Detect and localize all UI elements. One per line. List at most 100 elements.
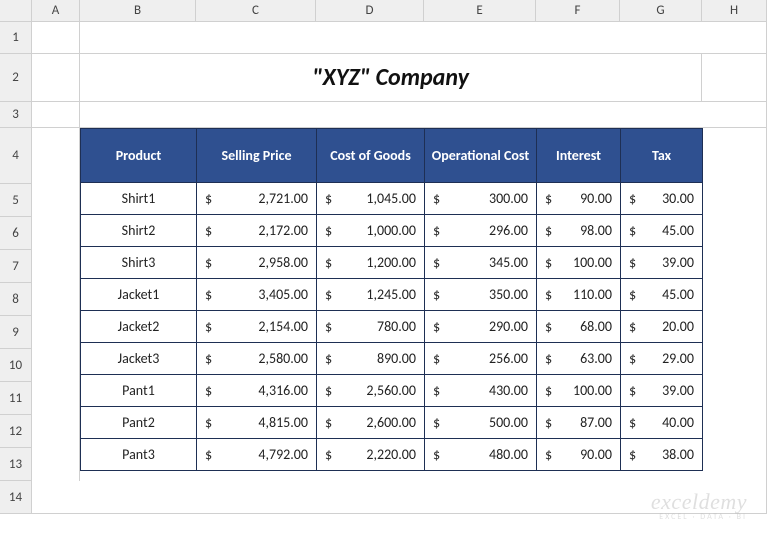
cell[interactable] bbox=[702, 102, 767, 128]
cell[interactable] bbox=[32, 102, 80, 128]
title-cell[interactable]: "XYZ" Company bbox=[80, 54, 702, 102]
cell-interest[interactable]: 110.00 bbox=[537, 279, 621, 311]
cell-tax[interactable]: 40.00 bbox=[621, 407, 703, 439]
row-header-13[interactable]: 13 bbox=[0, 448, 32, 481]
col-header-B[interactable]: B bbox=[80, 0, 196, 22]
cell-product[interactable]: Jacket1 bbox=[81, 279, 197, 311]
cell-cost-of-goods[interactable]: 1,045.00 bbox=[317, 183, 425, 215]
cell-tax[interactable]: 29.00 bbox=[621, 343, 703, 375]
cell-operational-cost[interactable]: 345.00 bbox=[425, 247, 537, 279]
cell-operational-cost[interactable]: 350.00 bbox=[425, 279, 537, 311]
cell-cost-of-goods[interactable]: 1,000.00 bbox=[317, 215, 425, 247]
header-operational-cost[interactable]: Operational Cost bbox=[425, 129, 537, 183]
header-interest[interactable]: Interest bbox=[537, 129, 621, 183]
cell-selling-price[interactable]: 2,172.00 bbox=[197, 215, 317, 247]
row-header-1[interactable]: 1 bbox=[0, 22, 32, 54]
cell-selling-price[interactable]: 4,815.00 bbox=[197, 407, 317, 439]
row-header-3[interactable]: 3 bbox=[0, 102, 32, 128]
row-header-6[interactable]: 6 bbox=[0, 217, 32, 250]
cell-product[interactable]: Jacket3 bbox=[81, 343, 197, 375]
cell-cost-of-goods[interactable]: 2,220.00 bbox=[317, 439, 425, 471]
cell-tax[interactable]: 20.00 bbox=[621, 311, 703, 343]
cell-interest[interactable]: 90.00 bbox=[537, 183, 621, 215]
row-header-10[interactable]: 10 bbox=[0, 349, 32, 382]
col-header-D[interactable]: D bbox=[316, 0, 424, 22]
data-table-area: Product Selling Price Cost of Goods Oper… bbox=[80, 128, 702, 471]
row-header-7[interactable]: 7 bbox=[0, 250, 32, 283]
cell[interactable] bbox=[702, 22, 767, 54]
cell-cost-of-goods[interactable]: 1,200.00 bbox=[317, 247, 425, 279]
cell-operational-cost[interactable]: 256.00 bbox=[425, 343, 537, 375]
row-header-8[interactable]: 8 bbox=[0, 283, 32, 316]
cell-product[interactable]: Shirt3 bbox=[81, 247, 197, 279]
row-header-9[interactable]: 9 bbox=[0, 316, 32, 349]
cell-selling-price[interactable]: 2,580.00 bbox=[197, 343, 317, 375]
cell-operational-cost[interactable]: 430.00 bbox=[425, 375, 537, 407]
cell-tax[interactable]: 45.00 bbox=[621, 279, 703, 311]
cell-selling-price[interactable]: 3,405.00 bbox=[197, 279, 317, 311]
corner-cell[interactable] bbox=[0, 0, 32, 22]
col-header-A[interactable]: A bbox=[32, 0, 80, 22]
cell[interactable] bbox=[702, 54, 767, 102]
row-header-4[interactable]: 4 bbox=[0, 128, 32, 184]
cell-tax[interactable]: 38.00 bbox=[621, 439, 703, 471]
col-header-C[interactable]: C bbox=[196, 0, 316, 22]
table-header-row: Product Selling Price Cost of Goods Oper… bbox=[81, 129, 703, 183]
cell-product[interactable]: Shirt2 bbox=[81, 215, 197, 247]
header-product[interactable]: Product bbox=[81, 129, 197, 183]
col-header-G[interactable]: G bbox=[620, 0, 702, 22]
cell-product[interactable]: Shirt1 bbox=[81, 183, 197, 215]
spreadsheet: A B C D E F G H 1 2 3 4 5 6 7 8 9 10 11 … bbox=[0, 0, 767, 539]
cell[interactable] bbox=[32, 128, 80, 514]
header-selling-price[interactable]: Selling Price bbox=[197, 129, 317, 183]
cell-cost-of-goods[interactable]: 780.00 bbox=[317, 311, 425, 343]
cell-selling-price[interactable]: 4,316.00 bbox=[197, 375, 317, 407]
cell-cost-of-goods[interactable]: 2,600.00 bbox=[317, 407, 425, 439]
cell-selling-price[interactable]: 4,792.00 bbox=[197, 439, 317, 471]
cell-tax[interactable]: 39.00 bbox=[621, 247, 703, 279]
cell-interest[interactable]: 100.00 bbox=[537, 247, 621, 279]
header-cost-of-goods[interactable]: Cost of Goods bbox=[317, 129, 425, 183]
col-header-E[interactable]: E bbox=[424, 0, 536, 22]
row-header-12[interactable]: 12 bbox=[0, 415, 32, 448]
cell-cost-of-goods[interactable]: 2,560.00 bbox=[317, 375, 425, 407]
cell-operational-cost[interactable]: 296.00 bbox=[425, 215, 537, 247]
cell-product[interactable]: Jacket2 bbox=[81, 311, 197, 343]
cell-interest[interactable]: 63.00 bbox=[537, 343, 621, 375]
cell-interest[interactable]: 68.00 bbox=[537, 311, 621, 343]
cell[interactable] bbox=[80, 22, 702, 54]
cell-cost-of-goods[interactable]: 1,245.00 bbox=[317, 279, 425, 311]
cell-operational-cost[interactable]: 480.00 bbox=[425, 439, 537, 471]
row-header-2[interactable]: 2 bbox=[0, 54, 32, 102]
cell-interest[interactable]: 98.00 bbox=[537, 215, 621, 247]
cell-selling-price[interactable]: 2,721.00 bbox=[197, 183, 317, 215]
table-row: Shirt12,721.001,045.00300.0090.0030.00 bbox=[81, 183, 703, 215]
cell[interactable] bbox=[80, 102, 702, 128]
cell-interest[interactable]: 100.00 bbox=[537, 375, 621, 407]
cell-operational-cost[interactable]: 300.00 bbox=[425, 183, 537, 215]
cell-product[interactable]: Pant3 bbox=[81, 439, 197, 471]
cell-product[interactable]: Pant1 bbox=[81, 375, 197, 407]
cell-tax[interactable]: 45.00 bbox=[621, 215, 703, 247]
row-header-5[interactable]: 5 bbox=[0, 184, 32, 217]
title-row-cell[interactable] bbox=[32, 54, 80, 102]
cell[interactable] bbox=[32, 22, 80, 54]
cell-interest[interactable]: 90.00 bbox=[537, 439, 621, 471]
watermark: exceldemy EXCEL · DATA · BI bbox=[651, 490, 747, 521]
row-header-14[interactable]: 14 bbox=[0, 481, 32, 514]
cell-selling-price[interactable]: 2,958.00 bbox=[197, 247, 317, 279]
page-title: "XYZ" Company bbox=[80, 63, 701, 92]
cell[interactable] bbox=[702, 128, 767, 514]
cell-tax[interactable]: 30.00 bbox=[621, 183, 703, 215]
cell-selling-price[interactable]: 2,154.00 bbox=[197, 311, 317, 343]
cell-interest[interactable]: 87.00 bbox=[537, 407, 621, 439]
cell-operational-cost[interactable]: 290.00 bbox=[425, 311, 537, 343]
col-header-H[interactable]: H bbox=[702, 0, 767, 22]
cell-product[interactable]: Pant2 bbox=[81, 407, 197, 439]
cell-tax[interactable]: 39.00 bbox=[621, 375, 703, 407]
row-header-11[interactable]: 11 bbox=[0, 382, 32, 415]
header-tax[interactable]: Tax bbox=[621, 129, 703, 183]
cell-operational-cost[interactable]: 500.00 bbox=[425, 407, 537, 439]
col-header-F[interactable]: F bbox=[536, 0, 620, 22]
cell-cost-of-goods[interactable]: 890.00 bbox=[317, 343, 425, 375]
